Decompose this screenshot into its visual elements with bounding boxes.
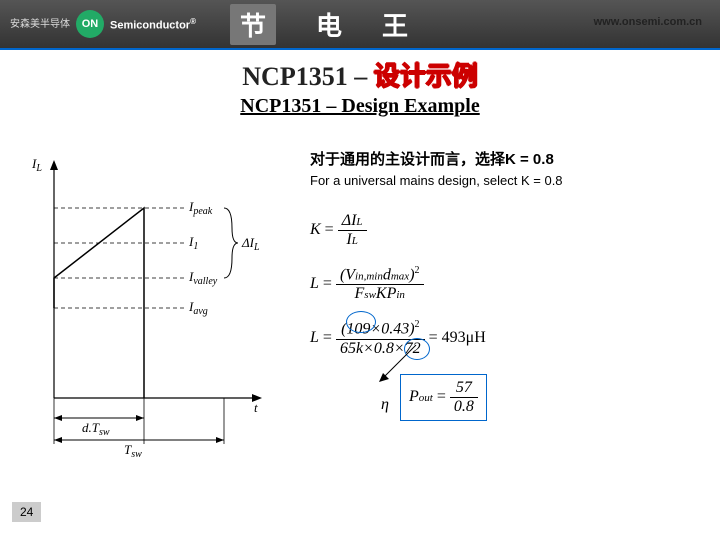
note-en: For a universal mains design, select K =… — [310, 173, 720, 188]
svg-text:IL: IL — [31, 156, 42, 174]
svg-text:d.Tsw: d.Tsw — [82, 420, 110, 438]
on-logo-icon: ON — [76, 10, 104, 38]
eq-pout-boxed: Pout = 57 0.8 η — [400, 374, 720, 421]
url-text: www.onsemi.com.cn — [594, 16, 702, 28]
title-cn: NCP1351 – 设计示例 — [0, 56, 720, 93]
banner-char-1: 电 — [316, 6, 342, 43]
banner-text: 节 电 王 — [230, 0, 408, 48]
equations: K = ΔIL IL L = (Vin,mindmax)2 FswKPin — [310, 212, 720, 421]
banner-char-box: 节 — [230, 4, 276, 45]
svg-text:Tsw: Tsw — [124, 442, 142, 458]
slide-content: NCP1351 – 设计示例 NCP1351 – Design Example … — [0, 50, 720, 530]
svg-text:t: t — [254, 400, 258, 415]
logo-cn-text: 安森美半导体 — [10, 19, 70, 30]
title-en: NCP1351 – Design Example — [0, 95, 720, 118]
note-cn: 对于通用的主设计而言，选择K = 0.8 — [310, 148, 720, 169]
notes-column: 对于通用的主设计而言，选择K = 0.8 For a universal mai… — [280, 148, 720, 463]
svg-text:Iavg: Iavg — [188, 299, 208, 317]
eq-l: L = (Vin,mindmax)2 FswKPin — [310, 265, 720, 303]
banner-char-2: 王 — [382, 6, 408, 43]
waveform-diagram: IL t Ipeak I1 Ivalley Iavg ΔIL — [0, 148, 280, 463]
page-number: 24 — [12, 502, 41, 522]
logo-en-text: Semiconductor® — [110, 17, 196, 32]
svg-text:I1: I1 — [188, 234, 198, 252]
eq-k: K = ΔIL IL — [310, 212, 720, 249]
svg-text:ΔIL: ΔIL — [241, 235, 260, 253]
svg-text:Ivalley: Ivalley — [188, 269, 218, 287]
svg-text:Ipeak: Ipeak — [188, 199, 213, 217]
header-bar: 安森美半导体 ON Semiconductor® 节 电 王 www.onsem… — [0, 0, 720, 48]
logo-block: 安森美半导体 ON Semiconductor® — [0, 10, 196, 38]
